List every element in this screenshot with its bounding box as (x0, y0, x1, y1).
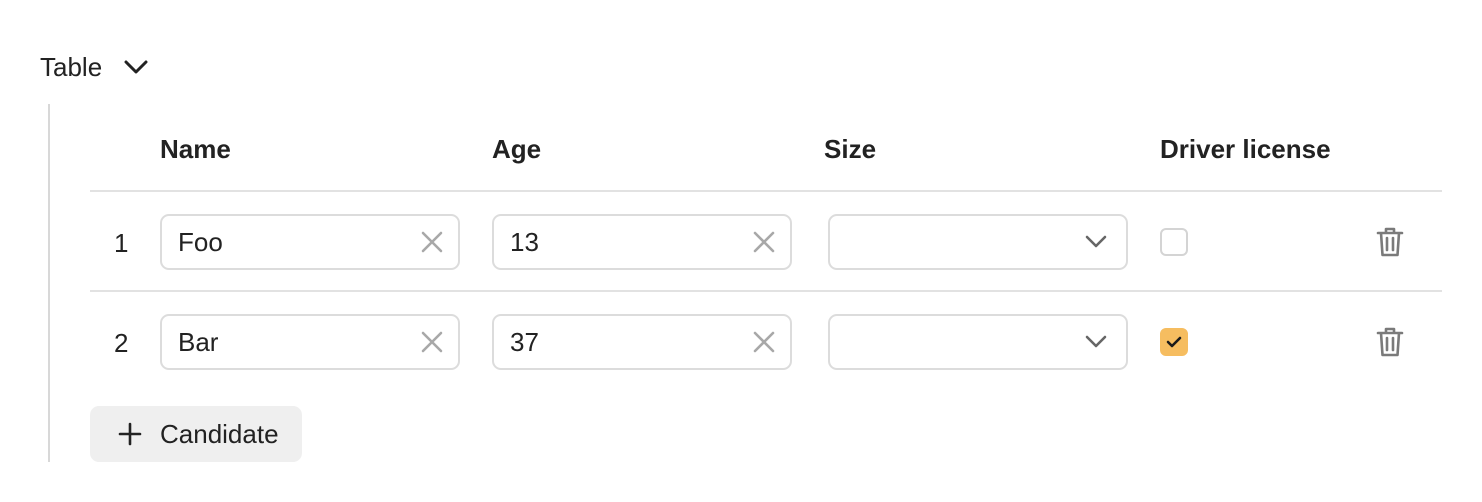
clear-icon[interactable] (750, 328, 778, 356)
column-header-age: Age (492, 134, 542, 164)
clear-icon[interactable] (418, 228, 446, 256)
plus-icon (116, 420, 144, 448)
trash-icon[interactable] (1374, 325, 1406, 359)
section-title: Table (40, 51, 103, 82)
add-candidate-label: Candidate (160, 418, 279, 449)
driver-license-checkbox[interactable] (1160, 328, 1188, 356)
name-input[interactable] (178, 216, 408, 268)
column-header-size: Size (824, 134, 877, 164)
name-field[interactable] (160, 214, 460, 270)
size-select[interactable] (828, 314, 1128, 370)
chevron-down-icon[interactable] (122, 53, 150, 81)
driver-license-checkbox[interactable] (1160, 228, 1188, 256)
row-divider (90, 290, 1442, 292)
age-field[interactable] (492, 214, 792, 270)
section-header[interactable]: Table (40, 48, 150, 86)
name-input[interactable] (178, 316, 408, 368)
clear-icon[interactable] (750, 228, 778, 256)
size-select[interactable] (828, 214, 1128, 270)
tree-guide-line (48, 104, 50, 462)
table-section: Table Name Age Size Driver license 1 2 (0, 0, 1482, 502)
age-field[interactable] (492, 314, 792, 370)
age-input[interactable] (510, 216, 740, 268)
checkmark-icon (1166, 336, 1182, 348)
clear-icon[interactable] (418, 328, 446, 356)
column-header-name: Name (160, 134, 231, 164)
row-index: 2 (114, 328, 129, 358)
trash-icon[interactable] (1374, 225, 1406, 259)
column-header-driver-license: Driver license (1160, 134, 1331, 164)
chevron-down-icon (1082, 328, 1110, 356)
row-index: 1 (114, 228, 129, 258)
age-input[interactable] (510, 316, 740, 368)
header-divider (90, 190, 1442, 192)
chevron-down-icon (1082, 228, 1110, 256)
name-field[interactable] (160, 314, 460, 370)
add-candidate-button[interactable]: Candidate (90, 406, 302, 462)
